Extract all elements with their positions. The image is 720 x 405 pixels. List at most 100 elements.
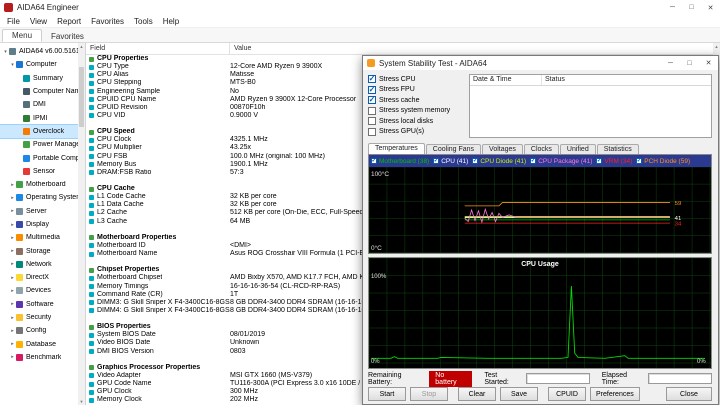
sidebar-item-aida64-v6-00-5161-beta[interactable]: ▾ AIDA64 v6.00.5161 Beta bbox=[0, 45, 85, 58]
checkbox-checked-icon[interactable] bbox=[371, 158, 377, 164]
sidebar-item-sensor[interactable]: Sensor bbox=[0, 165, 85, 178]
tab-menu[interactable]: Menu bbox=[2, 29, 43, 42]
checkbox-unchecked-icon[interactable] bbox=[368, 117, 376, 126]
checkbox-checked-icon[interactable] bbox=[368, 96, 376, 105]
sidebar-item-storage[interactable]: ▸ Storage bbox=[0, 244, 85, 257]
sidebar-item-config[interactable]: ▸ Config bbox=[0, 324, 85, 337]
minimize-icon[interactable]: ─ bbox=[663, 0, 682, 15]
stt-tab-clocks[interactable]: Clocks bbox=[523, 144, 559, 154]
page-tab-row: Menu Favorites bbox=[0, 28, 720, 43]
column-header-field[interactable]: Field bbox=[86, 43, 230, 54]
stt-tab-voltages[interactable]: Voltages bbox=[482, 144, 523, 154]
checkbox-checked-icon[interactable] bbox=[433, 158, 440, 164]
sidebar-item-server[interactable]: ▸ Server bbox=[0, 205, 85, 218]
checkbox-unchecked-icon[interactable] bbox=[368, 127, 376, 136]
sidebar-item-label: Server bbox=[26, 207, 47, 215]
sidebar-item-network[interactable]: ▸ Network bbox=[0, 258, 85, 271]
aida64-icon bbox=[9, 48, 16, 56]
sidebar-item-power-management[interactable]: Power Management bbox=[0, 138, 85, 151]
sidebar-item-operating-system[interactable]: ▸ Operating System bbox=[0, 191, 85, 204]
field-text: L2 Cache bbox=[97, 209, 127, 217]
sidebar-scrollbar[interactable]: ▲ ▼ bbox=[78, 43, 85, 405]
button-stop[interactable]: Stop bbox=[410, 387, 448, 401]
expand-arrow-icon: ▸ bbox=[11, 314, 14, 321]
sidebar-item-database[interactable]: ▸ Database bbox=[0, 338, 85, 351]
checkbox-checked-icon[interactable] bbox=[596, 158, 603, 164]
scroll-up-icon[interactable]: ▲ bbox=[715, 44, 719, 49]
field-cell: BIOS Properties bbox=[86, 323, 230, 331]
field-text: BIOS Properties bbox=[97, 323, 151, 331]
stress-option-stress-local-disks[interactable]: Stress local disks bbox=[368, 116, 464, 127]
legend-item-motherboard-38[interactable]: Motherboard (38) bbox=[371, 158, 429, 165]
sidebar-item-software[interactable]: ▸ Software bbox=[0, 298, 85, 311]
tab-favorites[interactable]: Favorites bbox=[42, 31, 93, 42]
scroll-up-icon[interactable]: ▲ bbox=[80, 44, 84, 49]
checkbox-checked-icon[interactable] bbox=[368, 75, 376, 84]
field-cell: Command Rate (CR) bbox=[86, 291, 230, 299]
menu-item-view[interactable]: View bbox=[25, 17, 52, 26]
stt-tab-cooling-fans[interactable]: Cooling Fans bbox=[425, 144, 482, 154]
sidebar-item-portable-computer[interactable]: Portable Computer bbox=[0, 151, 85, 164]
legend-item-cpu-package-41[interactable]: CPU Package (41) bbox=[530, 158, 592, 165]
sidebar-item-display[interactable]: ▸ Display bbox=[0, 218, 85, 231]
checkbox-checked-icon[interactable] bbox=[368, 85, 376, 94]
field-icon bbox=[89, 97, 94, 103]
menu-item-tools[interactable]: Tools bbox=[129, 17, 158, 26]
field-text: Memory Bus bbox=[97, 160, 137, 168]
scroll-down-icon[interactable]: ▼ bbox=[80, 399, 84, 404]
field-icon bbox=[89, 275, 94, 281]
minimize-icon[interactable]: ─ bbox=[661, 56, 680, 70]
field-cell: Chipset Properties bbox=[86, 266, 230, 274]
sidebar-item-ipmi[interactable]: IPMI bbox=[0, 111, 85, 124]
field-cell: Motherboard ID bbox=[86, 242, 230, 250]
sidebar-item-summary[interactable]: Summary bbox=[0, 72, 85, 85]
log-column-status[interactable]: Status bbox=[542, 75, 568, 85]
summary-icon bbox=[23, 74, 30, 82]
close-icon[interactable]: ✕ bbox=[701, 0, 720, 15]
stt-tab-statistics[interactable]: Statistics bbox=[596, 144, 639, 154]
checkbox-checked-icon[interactable] bbox=[636, 158, 643, 164]
checkbox-checked-icon[interactable] bbox=[472, 158, 479, 164]
stress-option-stress-cache[interactable]: Stress cache bbox=[368, 95, 464, 106]
menu-item-file[interactable]: File bbox=[2, 17, 25, 26]
menu-item-favorites[interactable]: Favorites bbox=[86, 17, 129, 26]
legend-item-cpu-41[interactable]: CPU (41) bbox=[433, 158, 468, 165]
stt-tab-temperatures[interactable]: Temperatures bbox=[368, 143, 425, 154]
sidebar-item-computer[interactable]: ▾ Computer bbox=[0, 58, 85, 71]
sidebar-item-dmi[interactable]: DMI bbox=[0, 98, 85, 111]
button-save[interactable]: Save bbox=[500, 387, 538, 401]
sidebar-item-directx[interactable]: ▸ DirectX bbox=[0, 271, 85, 284]
checkbox-checked-icon[interactable] bbox=[530, 158, 537, 164]
stt-tab-unified[interactable]: Unified bbox=[559, 144, 596, 154]
sidebar-item-motherboard[interactable]: ▸ Motherboard bbox=[0, 178, 85, 191]
sidebar-item-security[interactable]: ▸ Security bbox=[0, 311, 85, 324]
stress-option-stress-gpu-s[interactable]: Stress GPU(s) bbox=[368, 127, 464, 138]
legend-item-vrm-34[interactable]: VRM (34) bbox=[596, 158, 632, 165]
field-icon bbox=[89, 292, 94, 298]
maximize-icon[interactable]: □ bbox=[682, 0, 701, 15]
maximize-icon[interactable]: □ bbox=[680, 56, 699, 70]
button-preferences[interactable]: Preferences bbox=[590, 387, 640, 401]
sidebar-item-overclock[interactable]: Overclock bbox=[0, 123, 85, 140]
log-column-datetime[interactable]: Date & Time bbox=[470, 75, 542, 85]
sidebar-item-devices[interactable]: ▸ Devices bbox=[0, 284, 85, 297]
sidebar-item-label: Motherboard bbox=[26, 181, 66, 189]
sidebar-item-multimedia[interactable]: ▸ Multimedia bbox=[0, 231, 85, 244]
sidebar-item-benchmark[interactable]: ▸ Benchmark bbox=[0, 351, 85, 364]
legend-item-cpu-diode-41[interactable]: CPU Diode (41) bbox=[472, 158, 526, 165]
button-clear[interactable]: Clear bbox=[458, 387, 496, 401]
button-close[interactable]: Close bbox=[666, 387, 712, 401]
menu-item-help[interactable]: Help bbox=[158, 17, 184, 26]
button-start[interactable]: Start bbox=[368, 387, 406, 401]
close-icon[interactable]: ✕ bbox=[699, 56, 718, 70]
stress-option-stress-fpu[interactable]: Stress FPU bbox=[368, 85, 464, 96]
checkbox-unchecked-icon[interactable] bbox=[368, 106, 376, 115]
stress-option-stress-cpu[interactable]: Stress CPU bbox=[368, 74, 464, 85]
button-cpuid[interactable]: CPUID bbox=[548, 387, 586, 401]
menu-item-report[interactable]: Report bbox=[52, 17, 86, 26]
sidebar-item-computer-name[interactable]: Computer Name bbox=[0, 85, 85, 98]
column-header-value[interactable]: Value bbox=[230, 43, 720, 54]
scrollbar-thumb[interactable] bbox=[79, 67, 84, 127]
stress-option-stress-system-memory[interactable]: Stress system memory bbox=[368, 106, 464, 117]
legend-item-pch-diode-59[interactable]: PCH Diode (59) bbox=[636, 158, 690, 165]
